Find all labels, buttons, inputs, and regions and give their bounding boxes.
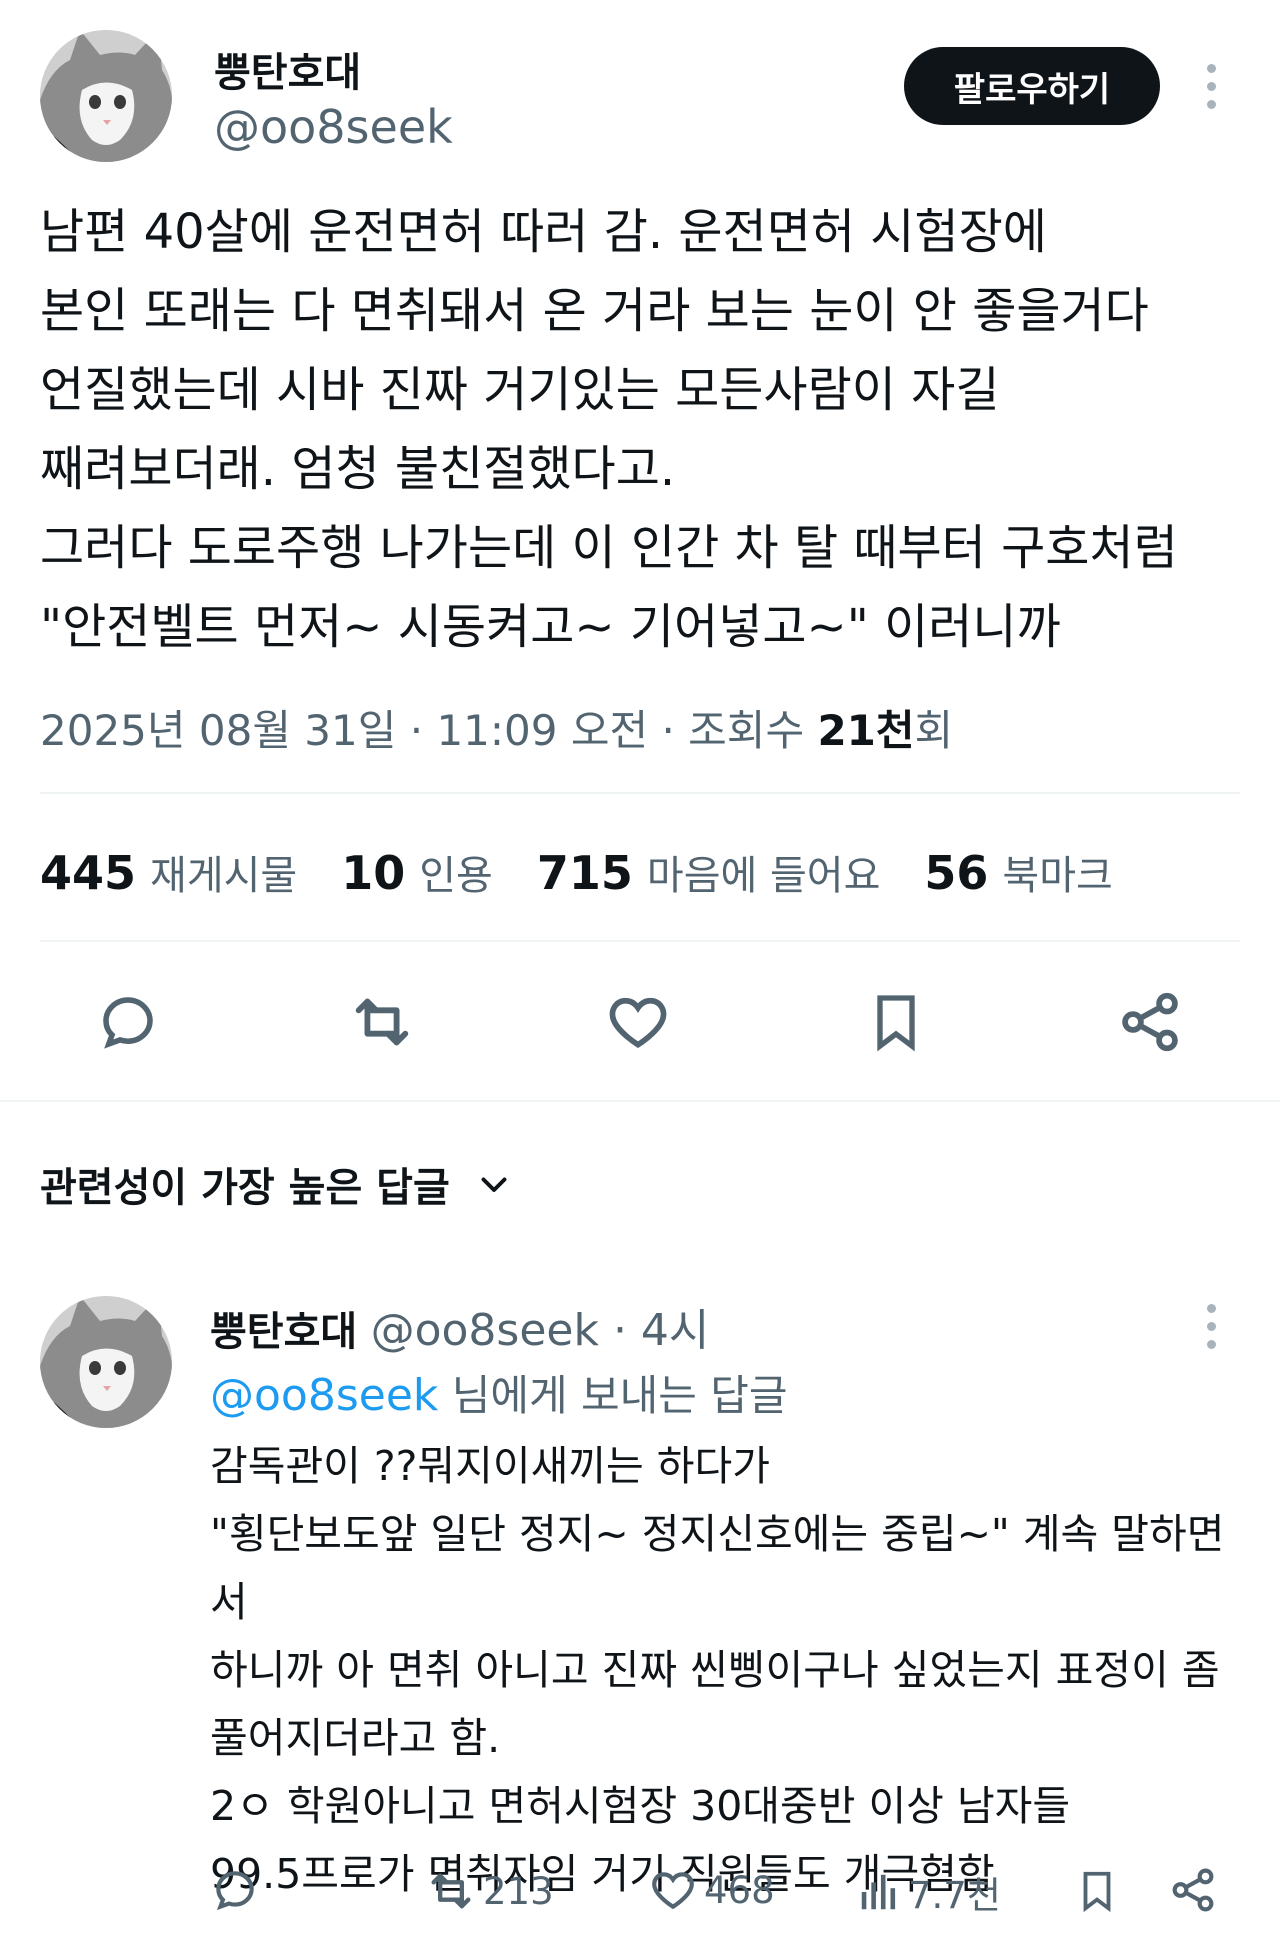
chevron-down-icon [481, 1177, 507, 1192]
views-icon [861, 1874, 896, 1910]
cat-avatar-image [40, 1296, 172, 1428]
author-handle[interactable]: @oo8seek [214, 100, 453, 154]
reply-bookmark-button[interactable] [1074, 1865, 1120, 1917]
tweet-views-suffix: 회 [914, 706, 954, 755]
reply-sort-label: 관련성이 가장 높은 답글 [40, 1165, 450, 1211]
divider [40, 792, 1240, 794]
follow-button[interactable]: 팔로우하기 [904, 47, 1160, 125]
retweets-stat[interactable]: 445 재게시물 [40, 843, 297, 901]
tweet-date[interactable]: 2025년 08월 31일 · 11:09 오전 · 조회수 [40, 706, 817, 755]
quotes-stat[interactable]: 10 인용 [341, 843, 493, 901]
reply-retweet-count: 213 [483, 1869, 554, 1913]
bookmarks-stat[interactable]: 56 북마크 [924, 843, 1112, 901]
reply-icon[interactable] [92, 986, 164, 1058]
retweet-icon [431, 1873, 471, 1909]
reply-sort-dropdown[interactable]: 관련성이 가장 높은 답글 [40, 1155, 512, 1213]
author-name[interactable]: 뿡탄호대 [214, 40, 361, 98]
tweet-views: 21천 [817, 706, 915, 755]
reply-author-avatar[interactable] [40, 1296, 172, 1428]
reply-retweet-button[interactable]: 213 [425, 1865, 554, 1917]
reply-more-icon[interactable] [1207, 1304, 1216, 1349]
reply-like-button[interactable]: 468 [648, 1865, 775, 1915]
bookmark-icon[interactable] [860, 986, 932, 1058]
reply-views-button[interactable]: 7.7천 [856, 1865, 1001, 1919]
reply-share-button[interactable] [1168, 1865, 1218, 1915]
reply-reply-button[interactable] [210, 1865, 260, 1915]
tweet-stats: 445 재게시물 10 인용 715 마음에 들어요 56 북마크 [40, 843, 1157, 901]
divider [40, 940, 1240, 942]
reply-author-name[interactable]: 뿡탄호대 [210, 1309, 357, 1355]
heart-icon[interactable] [602, 986, 674, 1058]
replying-to-suffix: 님에게 보내는 답글 [438, 1371, 788, 1420]
reply-time[interactable]: · 4시 [599, 1305, 709, 1356]
reply-views-count: 7.7천 [908, 1874, 1001, 1917]
author-avatar[interactable] [40, 30, 172, 162]
tweet-meta: 2025년 08월 31일 · 11:09 오전 · 조회수 21천회 [40, 697, 953, 758]
retweet-icon[interactable] [346, 986, 418, 1058]
reply-text: 감독관이 ??뭐지이새끼는 하다가 "횡단보도앞 일단 정지~ 정지신호에는 중… [210, 1442, 1225, 1898]
bookmark-icon [1083, 1871, 1111, 1913]
reply-author-handle[interactable]: @oo8seek [371, 1305, 599, 1356]
heart-icon [652, 1872, 694, 1910]
reply-like-count: 468 [704, 1868, 775, 1912]
reply-icon [216, 1871, 254, 1911]
replying-to-handle[interactable]: @oo8seek [210, 1370, 438, 1421]
section-divider [0, 1100, 1280, 1102]
more-icon[interactable] [1207, 64, 1216, 109]
tweet-text: 남편 40살에 운전면허 따러 감. 운전면허 시험장에 본인 또래는 다 면취… [40, 204, 1178, 655]
share-icon[interactable] [1114, 986, 1186, 1058]
replying-to: @oo8seek 님에게 보내는 답글 [210, 1362, 788, 1423]
likes-stat[interactable]: 715 마음에 들어요 [537, 843, 881, 901]
share-icon [1172, 1868, 1214, 1912]
reply-header: 뿡탄호대 @oo8seek · 4시 [210, 1294, 709, 1358]
cat-avatar-image [40, 30, 172, 162]
